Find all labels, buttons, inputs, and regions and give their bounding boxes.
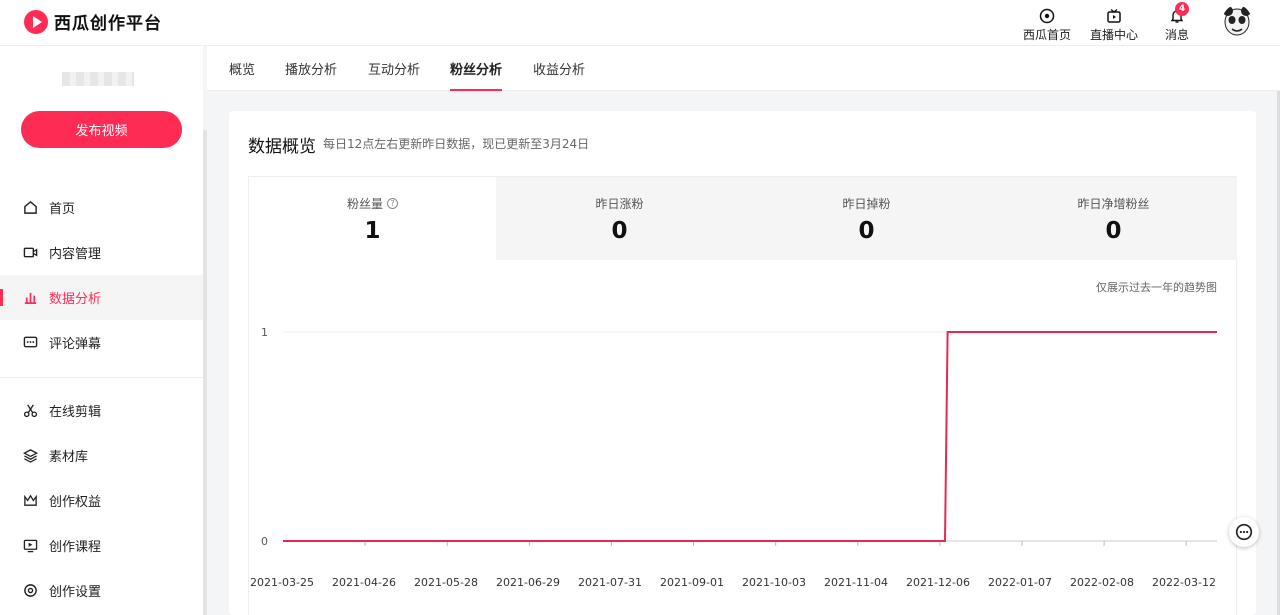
sidebar-item-home[interactable]: 首页 [0,185,203,230]
sidebar-divider [0,377,203,378]
stat-fans-total[interactable]: 粉丝量? 1 [249,177,496,260]
x-tick-label: 2021-09-01 [660,576,724,589]
x-tick-label: 2022-01-07 [988,576,1052,589]
stat-label: 昨日净增粉丝 [1077,197,1150,211]
home-icon [22,200,38,216]
avatar[interactable] [1222,5,1252,39]
stat-fans-gained[interactable]: 昨日涨粉 0 [496,177,743,260]
header-live-center[interactable]: 直播中心 [1090,8,1138,43]
header-xigua-home[interactable]: 西瓜首页 [1023,8,1071,43]
header-messages[interactable]: 消息 4 [1165,2,1190,43]
stat-value: 1 [364,218,381,244]
scissors-icon [22,403,38,419]
sidebar-item-comments[interactable]: 评论弹幕 [0,320,203,365]
stat-fans-net[interactable]: 昨日净增粉丝 0 [990,177,1237,260]
analysis-tabs: 概览 播放分析 互动分析 粉丝分析 收益分析 [207,46,1280,91]
xigua-home-icon [1039,8,1055,24]
sidebar-item-content[interactable]: 内容管理 [0,230,203,275]
y-tick-label: 1 [261,326,268,339]
xigua-logo-icon [24,9,48,34]
x-tick-label: 2021-10-03 [742,576,806,589]
x-tick-label: 2021-06-29 [496,576,560,589]
sidebar-item-label: 评论弹幕 [49,337,102,352]
sidebar-item-label: 创作课程 [49,540,102,555]
overview-subtitle: 每日12点左右更新昨日数据，现已更新至3月24日 [323,137,590,151]
stat-label: 粉丝量 [346,197,383,211]
stat-value: 0 [611,218,628,244]
stat-value: 0 [1105,218,1122,244]
data-overview-card: 数据概览 每日12点左右更新昨日数据，现已更新至3月24日 粉丝量? 1 昨日涨… [229,111,1256,615]
bar-chart-icon [22,290,38,306]
x-tick-label: 2021-05-28 [414,576,478,589]
x-tick-label: 2021-12-06 [906,576,970,589]
x-tick-label: 2021-11-04 [824,576,888,589]
tab-play-analysis[interactable]: 播放分析 [285,46,337,91]
course-icon [22,538,38,554]
fans-trend-chart: 仅展示过去一年的趋势图 0 1 2021-03-25 2021-04-26 2021-0… [248,260,1237,615]
sidebar-item-material[interactable]: 素材库 [0,433,203,478]
top-header: 西瓜创作平台 西瓜首页 直播中心 消息 4 [0,0,1280,46]
sidebar-item-label: 素材库 [49,450,89,465]
stats-row: 粉丝量? 1 昨日涨粉 0 昨日掉粉 0 昨日净增粉丝 0 [248,176,1237,260]
tab-income-analysis[interactable]: 收益分析 [533,46,585,91]
tab-overview[interactable]: 概览 [229,46,255,91]
customer-service-button[interactable] [1229,517,1259,547]
message-count-badge: 4 [1175,2,1189,16]
sidebar-item-label: 在线剪辑 [49,405,102,420]
x-tick-label: 2022-03-12 [1152,576,1216,589]
sidebar-item-label: 首页 [49,202,76,217]
sidebar-item-analytics[interactable]: 数据分析 [0,275,203,320]
stat-label: 昨日掉粉 [842,197,891,211]
overview-title: 数据概览 [248,137,316,157]
x-tick-label: 2021-04-26 [332,576,396,589]
header-item-label: 消息 [1165,28,1190,42]
help-icon[interactable]: ? [387,198,398,209]
fans-series-line [283,331,1217,542]
fans-trend-chart-svg: 0 1 2021-03-25 2021-04-26 2021-05-28 2021-06-… [250,326,1217,589]
sidebar-item-settings[interactable]: 创作设置 [0,568,203,613]
publish-video-button[interactable]: 发布视频 [21,111,182,148]
video-icon [22,245,38,261]
panda-avatar-icon [1223,6,1251,36]
x-tick-label: 2021-03-25 [250,576,314,589]
layers-icon [22,448,38,464]
sidebar-item-label: 创作权益 [49,495,102,510]
brand-name: 西瓜创作平台 [54,14,162,34]
settings-icon [22,583,38,599]
crown-icon [22,493,38,509]
header-item-label: 西瓜首页 [1023,28,1072,42]
sidebar-item-courses[interactable]: 创作课程 [0,523,203,568]
header-item-label: 直播中心 [1090,28,1139,42]
stat-value: 0 [858,218,875,244]
x-tick-label: 2022-02-08 [1070,576,1134,589]
tab-fans-analysis[interactable]: 粉丝分析 [450,46,503,91]
sidebar: 发布视频 首页 内容管理 数据分析 评论弹幕 在线剪辑 素材库 创作权益 创作课… [0,46,203,615]
stat-label: 昨日涨粉 [595,197,644,211]
tab-interaction-analysis[interactable]: 互动分析 [368,46,420,91]
sidebar-item-benefits[interactable]: 创作权益 [0,478,203,523]
username-blurred [62,72,134,86]
comment-icon [22,335,38,351]
sidebar-item-label: 数据分析 [49,292,102,307]
sidebar-scrollbar[interactable] [203,130,207,615]
sidebar-item-label: 创作设置 [49,585,102,600]
brand-logo[interactable]: 西瓜创作平台 [24,9,162,34]
tv-icon [1107,9,1121,23]
chat-bubble-icon [1235,523,1253,541]
stat-fans-lost[interactable]: 昨日掉粉 0 [743,177,990,260]
y-tick-label: 0 [261,535,268,548]
sidebar-item-label: 内容管理 [49,247,102,262]
x-tick-label: 2021-07-31 [578,576,642,589]
sidebar-item-online-edit[interactable]: 在线剪辑 [0,388,203,433]
